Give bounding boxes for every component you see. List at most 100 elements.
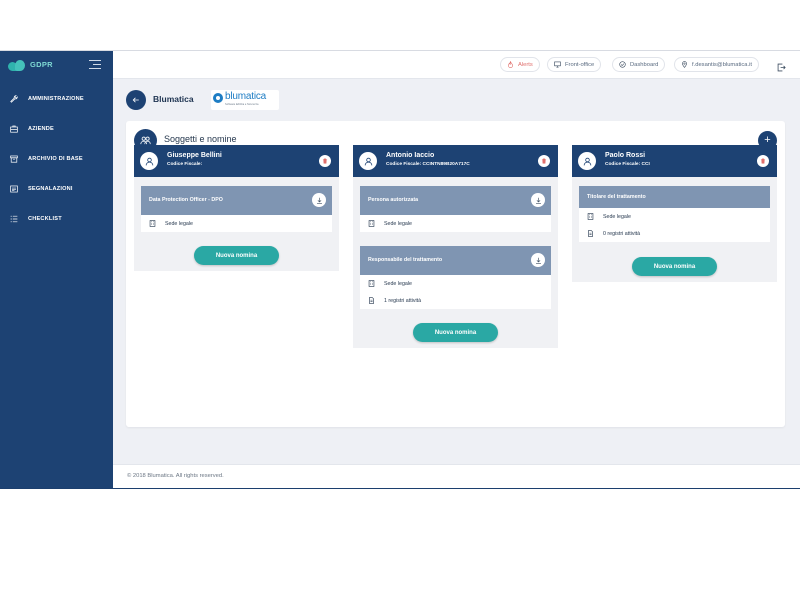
sidebar-item-amministrazione[interactable]: AMMINISTRAZIONE bbox=[0, 84, 113, 114]
front-office-label: Front-office bbox=[565, 61, 595, 68]
arrow-left-icon bbox=[132, 97, 139, 103]
nuova-nomina-button[interactable]: Nuova nomina bbox=[632, 257, 717, 276]
role-row[interactable]: 0 registri attività bbox=[579, 225, 770, 242]
sidebar-item-checklist[interactable]: CHECKLIST bbox=[0, 204, 113, 234]
role-row[interactable]: Sede legale bbox=[141, 215, 332, 232]
cloud-logo-icon bbox=[8, 59, 26, 71]
delete-subject-button[interactable] bbox=[538, 155, 550, 167]
subject-card-header: Giuseppe Bellini Codice Fiscale: bbox=[134, 145, 339, 177]
building-icon bbox=[587, 213, 594, 220]
menu-toggle-icon[interactable] bbox=[89, 60, 101, 69]
fiscal-code: Codice Fiscale: CCINTN89B20A717C bbox=[386, 162, 470, 167]
brand[interactable]: GDPR bbox=[0, 50, 113, 79]
sidebar-item-archivio[interactable]: ARCHIVIO DI BASE bbox=[0, 144, 113, 174]
sidebar-nav: AMMINISTRAZIONE AZIENDE ARCHIVIO DI BASE… bbox=[0, 84, 113, 234]
person-name: Giuseppe Bellini bbox=[167, 152, 222, 159]
user-avatar-icon bbox=[140, 152, 158, 170]
role-row-label: Sede legale bbox=[603, 213, 631, 220]
sidebar-item-label: ARCHIVIO DI BASE bbox=[28, 156, 83, 162]
panel-title: Soggetti e nomine bbox=[164, 134, 237, 144]
role-header: Persona autorizzata bbox=[360, 186, 551, 215]
download-icon bbox=[535, 197, 541, 204]
download-button[interactable] bbox=[312, 193, 326, 207]
company-logo: blumatica Software Edilizia e Sicurezza bbox=[211, 90, 279, 110]
app-window: GDPR AMMINISTRAZIONE AZIENDE ARCHIVIO DI… bbox=[0, 50, 800, 489]
copyright-text: © 2018 Blumatica. All rights reserved. bbox=[127, 473, 224, 479]
topbar: Alerts Front-office Dashboard f.desantis… bbox=[113, 50, 800, 79]
role-row-label: Sede legale bbox=[384, 220, 412, 227]
trash-icon bbox=[760, 158, 766, 164]
company-name: Blumatica bbox=[153, 94, 194, 104]
document-icon bbox=[368, 297, 375, 304]
blumatica-logo-icon bbox=[213, 93, 223, 103]
logo-subtitle: Software Edilizia e Sicurezza bbox=[225, 103, 259, 106]
role-header: Data Protection Officer - DPO bbox=[141, 186, 332, 215]
role-title: Data Protection Officer - DPO bbox=[149, 197, 223, 203]
fiscal-code: Codice Fiscale: CCI bbox=[605, 162, 650, 167]
role-row-label: Sede legale bbox=[165, 220, 193, 227]
role-header: Responsabile del trattamento bbox=[360, 246, 551, 275]
role-box: Persona autorizzata Sede legale bbox=[360, 186, 551, 232]
delete-subject-button[interactable] bbox=[757, 155, 769, 167]
building-icon bbox=[368, 220, 375, 227]
role-row[interactable]: Sede legale bbox=[579, 208, 770, 225]
role-box: Responsabile del trattamento Sede legale… bbox=[360, 246, 551, 309]
sidebar-item-label: CHECKLIST bbox=[28, 216, 62, 222]
user-avatar-icon bbox=[359, 152, 377, 170]
sidebar-item-aziende[interactable]: AZIENDE bbox=[0, 114, 113, 144]
sidebar-item-label: AZIENDE bbox=[28, 126, 54, 132]
dashboard-button[interactable]: Dashboard bbox=[612, 57, 666, 72]
person-name: Paolo Rossi bbox=[605, 152, 646, 159]
download-button[interactable] bbox=[531, 253, 545, 267]
role-title: Responsabile del trattamento bbox=[368, 257, 443, 263]
front-office-button[interactable]: Front-office bbox=[547, 57, 602, 72]
alerts-label: Alerts bbox=[518, 61, 533, 68]
location-pin-icon bbox=[681, 61, 688, 68]
role-row-label: 0 registri attività bbox=[603, 230, 641, 237]
subject-card-header: Antonio Iaccio Codice Fiscale: CCINTN89B… bbox=[353, 145, 558, 177]
delete-subject-button[interactable] bbox=[319, 155, 331, 167]
fire-icon bbox=[507, 61, 514, 68]
sidebar: GDPR AMMINISTRAZIONE AZIENDE ARCHIVIO DI… bbox=[0, 50, 113, 489]
building-icon bbox=[149, 220, 156, 227]
role-title: Persona autorizzata bbox=[368, 197, 419, 203]
subject-card: Paolo Rossi Codice Fiscale: CCI Titolare… bbox=[572, 145, 777, 282]
monitor-icon bbox=[554, 61, 561, 68]
role-row-label: 1 registri attività bbox=[384, 297, 422, 304]
role-row[interactable]: Sede legale bbox=[360, 215, 551, 232]
trash-icon bbox=[322, 158, 328, 164]
role-box: Titolare del trattamento Sede legale 0 r… bbox=[579, 186, 770, 242]
sidebar-item-segnalazioni[interactable]: SEGNALAZIONI bbox=[0, 174, 113, 204]
archive-icon bbox=[10, 155, 18, 163]
user-avatar-icon bbox=[578, 152, 596, 170]
logo-text: blumatica bbox=[225, 91, 266, 102]
nuova-nomina-button[interactable]: Nuova nomina bbox=[194, 246, 279, 265]
role-row-label: Sede legale bbox=[384, 280, 412, 287]
role-box: Data Protection Officer - DPO Sede legal… bbox=[141, 186, 332, 232]
role-title: Titolare del trattamento bbox=[587, 194, 646, 200]
role-row[interactable]: 1 registri attività bbox=[360, 292, 551, 309]
checklist-icon bbox=[10, 215, 18, 223]
subject-card: Antonio Iaccio Codice Fiscale: CCINTN89B… bbox=[353, 145, 558, 348]
nuova-nomina-button[interactable]: Nuova nomina bbox=[413, 323, 498, 342]
sidebar-item-label: AMMINISTRAZIONE bbox=[28, 96, 84, 102]
user-button[interactable]: f.desantis@blumatica.it bbox=[674, 57, 760, 72]
briefcase-icon bbox=[10, 125, 18, 133]
logout-icon[interactable] bbox=[777, 59, 786, 72]
subject-card-header: Paolo Rossi Codice Fiscale: CCI bbox=[572, 145, 777, 177]
download-icon bbox=[535, 257, 541, 264]
fiscal-code: Codice Fiscale: bbox=[167, 162, 203, 167]
check-circle-icon bbox=[619, 61, 626, 68]
person-name: Antonio Iaccio bbox=[386, 152, 435, 159]
role-header: Titolare del trattamento bbox=[579, 186, 770, 208]
brand-title: GDPR bbox=[30, 60, 53, 69]
footer: © 2018 Blumatica. All rights reserved. bbox=[113, 464, 800, 489]
download-icon bbox=[316, 197, 322, 204]
subject-card: Giuseppe Bellini Codice Fiscale: Data Pr… bbox=[134, 145, 339, 271]
alerts-button[interactable]: Alerts bbox=[500, 57, 540, 72]
back-button[interactable] bbox=[126, 90, 146, 110]
role-row[interactable]: Sede legale bbox=[360, 275, 551, 292]
document-icon bbox=[587, 230, 594, 237]
download-button[interactable] bbox=[531, 193, 545, 207]
building-icon bbox=[368, 280, 375, 287]
